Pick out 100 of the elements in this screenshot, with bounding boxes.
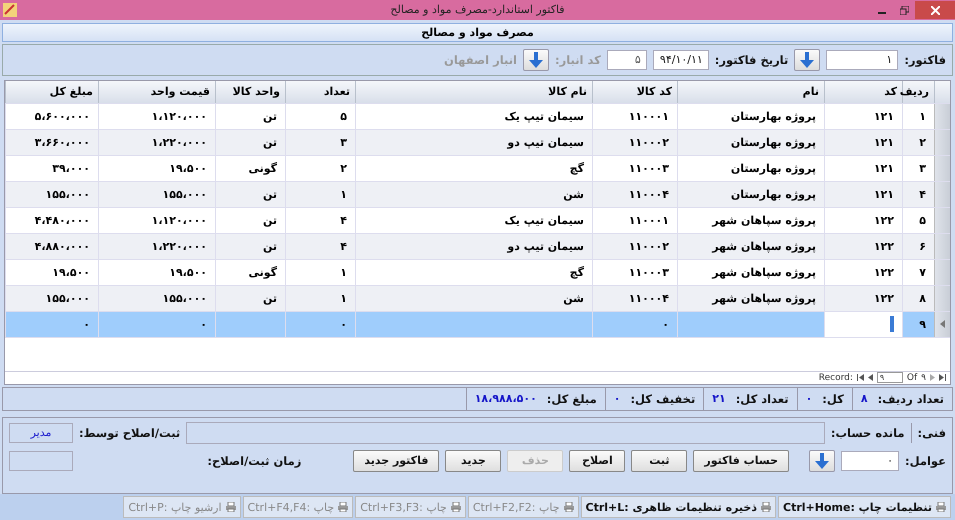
column-header[interactable]: مبلغ کل xyxy=(5,80,98,103)
table-cell: ۱۱۰۰۰۲ xyxy=(592,234,677,259)
printer-icon xyxy=(761,502,771,512)
table-cell: ۴ xyxy=(902,182,934,207)
table-cell: ۰ xyxy=(98,312,215,337)
table-cell: گونی xyxy=(215,156,285,181)
table-cell: سیمان تیپ یک xyxy=(355,104,592,129)
table-cell: پروژه بهارستان xyxy=(677,130,824,155)
grid-row[interactable]: ۴ ۱۲۱ پروژه بهارستان ۱۱۰۰۰۴ شن ۱ تن ۱۵۵،۰۰۰ ۱۵۵،۰۰۰ xyxy=(5,182,950,208)
table-cell: ۲ xyxy=(902,130,934,155)
table-cell: ۰ xyxy=(592,312,677,337)
total-label: مبلغ کل: xyxy=(546,392,597,406)
table-cell: ۱۲۲ xyxy=(824,234,902,259)
table-cell: ۱۹،۵۰۰ xyxy=(5,260,98,285)
shortcut-button[interactable]: تنظیمات چاپ :Ctrl+Home xyxy=(778,496,951,518)
first-record-icon[interactable] xyxy=(856,374,864,382)
row-selector[interactable] xyxy=(934,312,950,337)
table-cell: پروژه سپاهان شهر xyxy=(677,208,824,233)
table-cell: ۱۱۰۰۰۱ xyxy=(592,104,677,129)
recorded-by-label: ثبت/اصلاح توسط: xyxy=(79,426,180,440)
grid-row[interactable]: ۸ ۱۲۲ پروژه سپاهان شهر ۱۱۰۰۰۴ شن ۱ تن ۱۵۵،۰۰۰ ۱۵۵،۰۰۰ xyxy=(5,286,950,312)
table-cell: ۱ xyxy=(285,182,355,207)
warehouse-lookup-button[interactable] xyxy=(522,48,549,71)
printer-icon xyxy=(936,502,946,512)
record-count: ۹ xyxy=(921,372,926,383)
table-cell: پروژه بهارستان xyxy=(677,182,824,207)
column-header[interactable]: کد کالا xyxy=(592,80,677,103)
action-button[interactable]: فاکتور جدید xyxy=(353,450,440,472)
close-button[interactable] xyxy=(915,1,955,19)
tech-label: فنی: xyxy=(918,426,946,440)
table-cell: ۱۹،۵۰۰ xyxy=(98,260,215,285)
table-cell: ۱۱۰۰۰۳ xyxy=(592,260,677,285)
table-cell: ۱۵۵،۰۰۰ xyxy=(5,182,98,207)
record-time-field[interactable] xyxy=(9,450,73,471)
table-cell: شن xyxy=(355,182,592,207)
action-button[interactable]: جدید xyxy=(445,450,502,472)
invoice-date-label: تاریخ فاکتور: xyxy=(714,52,788,67)
table-cell: ۵،۶۰۰،۰۰۰ xyxy=(5,104,98,129)
form-title: مصرف مواد و مصالح xyxy=(2,22,953,42)
table-cell: ۳،۶۶۰،۰۰۰ xyxy=(5,130,98,155)
table-cell: گچ xyxy=(355,156,592,181)
total-label: کل: xyxy=(822,392,844,406)
previous-record-icon[interactable] xyxy=(868,374,873,382)
next-record-icon[interactable] xyxy=(930,374,935,382)
table-cell: تن xyxy=(215,286,285,311)
table-cell: ۱۱۰۰۰۴ xyxy=(592,182,677,207)
table-cell: ۱۲۲ xyxy=(824,286,902,311)
invoice-number-field[interactable]: ۱ xyxy=(826,50,898,70)
down-arrow-icon xyxy=(528,52,543,68)
agents-field[interactable]: ۰ xyxy=(841,450,899,471)
column-header[interactable]: واحد کالا xyxy=(215,80,285,103)
table-cell: ۱،۲۲۰،۰۰۰ xyxy=(98,234,215,259)
table-cell: ۱۱۰۰۰۲ xyxy=(592,130,677,155)
column-header[interactable]: نام xyxy=(677,80,824,103)
grid-row[interactable]: ۵ ۱۲۲ پروژه سپاهان شهر ۱۱۰۰۰۱ سیمان تیپ یک ۴ تن ۱،۱۲۰،۰۰۰ ۴،۴۸۰،۰۰۰ xyxy=(5,208,950,234)
table-cell: پروژه بهارستان xyxy=(677,156,824,181)
invoice-date-field[interactable]: ۹۴/۱۰/۱۱ xyxy=(652,50,709,70)
app-icon xyxy=(3,3,17,17)
table-cell: شن xyxy=(355,286,592,311)
grid-row[interactable]: ۲ ۱۲۱ پروژه بهارستان ۱۱۰۰۰۲ سیمان تیپ دو ۳ تن ۱،۲۲۰،۰۰۰ ۳،۶۶۰،۰۰۰ xyxy=(5,130,950,156)
table-cell: ۱۲۲ xyxy=(824,208,902,233)
table-cell: ۱۲۲ xyxy=(824,260,902,285)
printer-icon xyxy=(564,502,574,512)
column-header[interactable]: کد xyxy=(824,80,902,103)
column-header[interactable]: نام کالا xyxy=(355,80,592,103)
grid-row[interactable]: ۱ ۱۲۱ پروژه بهارستان ۱۱۰۰۰۱ سیمان تیپ یک ۵ تن ۱،۱۲۰،۰۰۰ ۵،۶۰۰،۰۰۰ xyxy=(5,104,950,130)
record-time-label: زمان ثبت/اصلاح: xyxy=(207,454,302,468)
table-cell: سیمان تیپ یک xyxy=(355,208,592,233)
warehouse-code-field[interactable]: ۵ xyxy=(606,50,647,70)
table-cell: ۱ xyxy=(285,286,355,311)
grid-row[interactable]: ۹ ۰ ۰ ۰ ۰ xyxy=(5,312,950,338)
table-cell: ۰ xyxy=(5,312,98,337)
total-value: ۰ xyxy=(806,392,812,406)
recorded-by-field[interactable]: مدیر xyxy=(9,422,73,443)
invoice-lookup-button[interactable] xyxy=(794,48,820,71)
table-cell: ۳ xyxy=(902,156,934,181)
column-header[interactable]: تعداد xyxy=(285,80,355,103)
table-cell: ۱۵۵،۰۰۰ xyxy=(98,286,215,311)
shortcut-button[interactable]: ذخیره تنظیمات ظاهری :Ctrl+L xyxy=(580,496,776,518)
grid-row[interactable]: ۶ ۱۲۲ پروژه سپاهان شهر ۱۱۰۰۰۲ سیمان تیپ دو ۴ تن ۱،۲۲۰،۰۰۰ ۴،۸۸۰،۰۰۰ xyxy=(5,234,950,260)
action-button[interactable]: حساب فاکتور xyxy=(693,450,789,472)
table-cell: گچ xyxy=(355,260,592,285)
table-cell: پروژه سپاهان شهر xyxy=(677,286,824,311)
record-number-field[interactable]: ۹ xyxy=(876,372,903,384)
total-value: ۱۸،۹۸۸،۵۰۰ xyxy=(474,392,537,406)
balance-field[interactable] xyxy=(186,422,825,444)
action-button[interactable]: ثبت xyxy=(631,450,688,472)
column-header[interactable]: ردیف xyxy=(902,80,934,103)
action-button[interactable]: اصلاح xyxy=(569,450,626,472)
grid-row[interactable]: ۳ ۱۲۱ پروژه بهارستان ۱۱۰۰۰۳ گچ ۲ گونی ۱۹،۵۰۰ ۳۹،۰۰۰ xyxy=(5,156,950,182)
cell-editor[interactable] xyxy=(824,312,902,337)
last-record-icon[interactable] xyxy=(939,374,946,382)
agents-lookup-button[interactable] xyxy=(809,450,835,472)
printer-icon xyxy=(226,502,236,512)
table-cell: تن xyxy=(215,104,285,129)
table-cell: سیمان تیپ دو xyxy=(355,234,592,259)
table-cell: ۷ xyxy=(902,260,934,285)
column-header[interactable]: قیمت واحد xyxy=(98,80,215,103)
total-label: تعداد کل: xyxy=(736,392,789,406)
grid-row[interactable]: ۷ ۱۲۲ پروژه سپاهان شهر ۱۱۰۰۰۳ گچ ۱ گونی ۱۹،۵۰۰ ۱۹،۵۰۰ xyxy=(5,260,950,286)
